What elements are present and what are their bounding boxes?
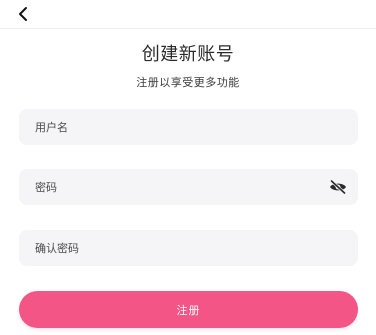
password-input[interactable] [19,169,358,205]
confirm-password-input[interactable] [19,230,358,266]
register-screen: 创建新账号 注册以享受更多功能 注册 [0,0,376,335]
chevron-left-icon [19,7,27,21]
password-field [19,169,358,205]
eye-off-icon [330,180,346,194]
page-subtitle: 注册以享受更多功能 [136,76,240,89]
confirm-password-field [19,230,358,266]
top-bar [0,0,376,29]
username-input[interactable] [19,109,358,145]
page-title: 创建新账号 [141,44,235,65]
password-visibility-toggle[interactable] [328,177,348,197]
username-field [19,109,358,145]
back-button[interactable] [10,2,36,26]
register-button[interactable]: 注册 [19,291,358,328]
